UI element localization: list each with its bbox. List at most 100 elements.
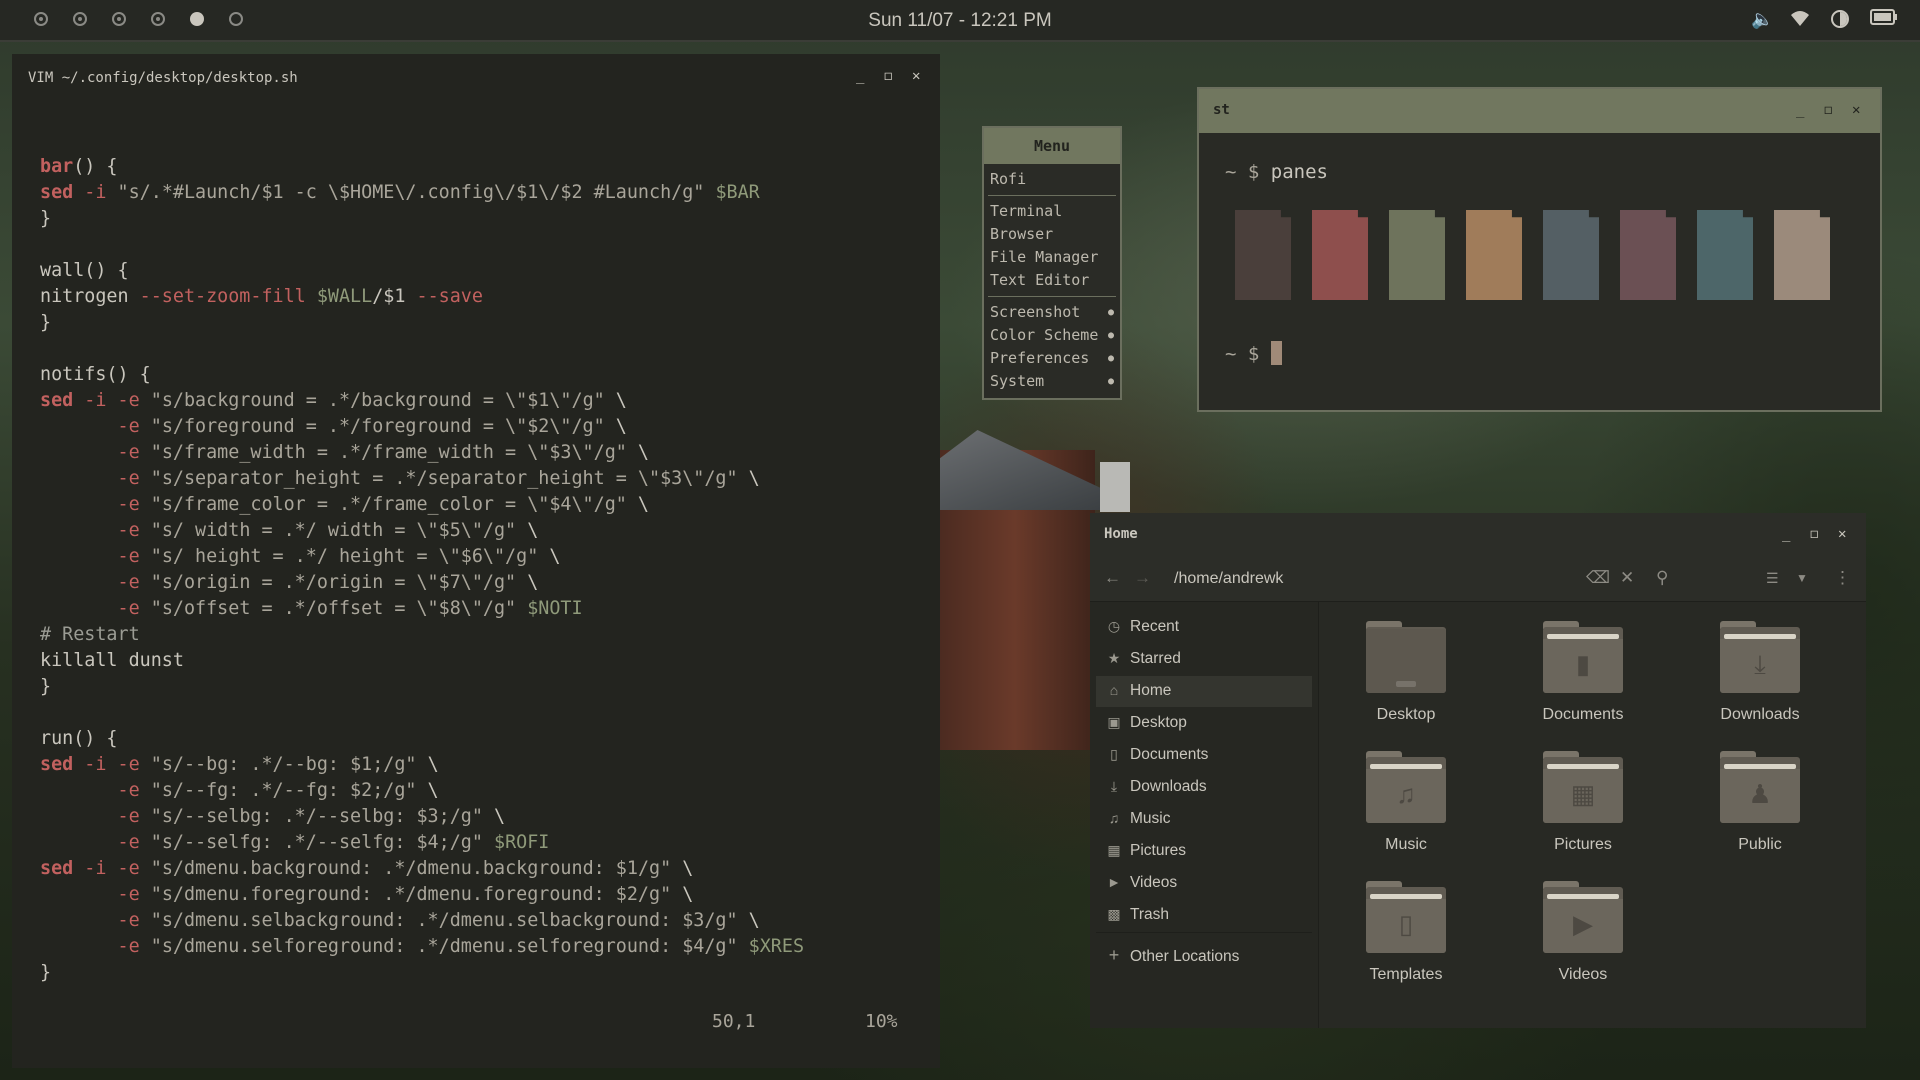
sidebar-item-downloads[interactable]: ⤓ Downloads (1096, 772, 1312, 803)
maximize-icon[interactable]: ◻ (1810, 526, 1818, 542)
menu-title: Menu (984, 128, 1120, 164)
vim-window[interactable]: VIM ~/.config/desktop/desktop.sh _ ◻ ✕ b… (12, 54, 940, 1068)
sidebar-item-music[interactable]: ♫ Music (1096, 804, 1312, 835)
sidebar-item-label: Trash (1130, 906, 1170, 923)
folder-public[interactable]: ♟ Public (1700, 751, 1800, 863)
folder-videos[interactable]: ▶ Videos (1523, 881, 1623, 993)
music-icon: ♫ (1396, 779, 1416, 809)
fm-sidebar: ◷ Recent ★ Starred ⌂ Home ▣ Desktop ▯ Documen… (1090, 602, 1319, 1028)
sidebar-item-home[interactable]: ⌂ Home (1096, 676, 1312, 707)
sidebar-item-documents[interactable]: ▯ Documents (1096, 740, 1312, 771)
folder-templates[interactable]: ▯ Templates (1346, 881, 1446, 993)
close-icon[interactable]: ✕ (1838, 526, 1846, 542)
rofi-menu[interactable]: Menu Rofi Terminal Browser File Manager … (982, 126, 1122, 400)
clock: Sun 11/07 - 12:21 PM (868, 10, 1052, 31)
back-arrow-icon[interactable]: ← (1104, 568, 1121, 588)
download-icon: ⤓ (1754, 649, 1766, 679)
cursor-position: 50,1 (712, 1011, 756, 1032)
menu-item-screenshot[interactable]: Screenshot ● (984, 301, 1120, 324)
sidebar-item-videos[interactable]: ► Videos (1096, 868, 1312, 899)
folder-pictures[interactable]: ▦ Pictures (1523, 751, 1623, 863)
sidebar-item-trash[interactable]: ▩ Trash (1096, 900, 1312, 931)
volume-icon[interactable]: 🔈 (1751, 9, 1773, 30)
color-pane-swatch (1620, 210, 1676, 300)
minimize-icon[interactable]: _ (856, 68, 864, 84)
forward-arrow-icon[interactable]: → (1134, 568, 1151, 588)
home-icon: ⌂ (1109, 682, 1119, 698)
desktop-icon: ▣ (1107, 714, 1121, 730)
sidebar-item-starred[interactable]: ★ Starred (1096, 644, 1312, 675)
folder-label: Videos (1558, 966, 1608, 983)
scroll-percent: 10% (865, 1011, 898, 1032)
code-buffer[interactable]: bar() { sed -i "s/.*#Launch/$1 -c \$HOME… (40, 154, 804, 986)
sidebar-item-recent[interactable]: ◷ Recent (1096, 612, 1312, 643)
menu-item-label: Color Scheme (990, 326, 1099, 344)
menu-item-label: System (990, 372, 1045, 390)
document-icon: ▮ (1575, 649, 1591, 679)
menu-divider (988, 296, 1116, 297)
view-list-icon[interactable]: ☰ (1766, 570, 1779, 587)
submenu-bullet-icon: ● (1107, 376, 1114, 387)
color-pane-swatch (1697, 210, 1753, 300)
menu-item-label: Preferences (990, 349, 1090, 367)
folder-label: Music (1385, 836, 1427, 853)
st-terminal-window[interactable]: st _ ◻ ✕ ~ $ panes ~ $ (1197, 87, 1882, 412)
search-icon[interactable]: ⚲ (1656, 568, 1668, 588)
maximize-icon[interactable]: ◻ (1824, 102, 1832, 118)
person-icon: ♟ (1748, 779, 1772, 809)
sidebar-item-label: Starred (1130, 650, 1181, 667)
sidebar-item-other-locations[interactable]: + Other Locations (1096, 942, 1312, 973)
fm-titlebar[interactable]: Home _ ◻ ✕ (1090, 513, 1866, 557)
menu-item-file-manager[interactable]: File Manager (984, 246, 1120, 269)
shell-prompt: ~ $ (1225, 343, 1271, 365)
brightness-icon[interactable] (1830, 9, 1850, 34)
submenu-bullet-icon: ● (1107, 353, 1114, 364)
menu-divider (988, 195, 1116, 196)
sidebar-item-desktop[interactable]: ▣ Desktop (1096, 708, 1312, 739)
maximize-icon[interactable]: ◻ (884, 68, 892, 84)
template-icon: ▯ (1398, 909, 1414, 939)
sidebar-item-pictures[interactable]: ▦ Pictures (1096, 836, 1312, 867)
menu-item-label: Screenshot (990, 303, 1081, 321)
color-pane-swatch (1235, 210, 1291, 300)
close-icon[interactable]: ✕ (912, 68, 920, 84)
folder-documents[interactable]: ▮ Documents (1523, 621, 1623, 733)
sidebar-item-label: Other Locations (1130, 948, 1240, 965)
window-title: VIM ~/.config/desktop/desktop.sh (28, 70, 298, 86)
file-manager-window[interactable]: Home _ ◻ ✕ ← → /home/andrewk ⌫ ✕ ⚲ ☰ ▼ ⋮… (1090, 513, 1866, 1028)
trash-icon: ▩ (1107, 906, 1121, 922)
sidebar-item-label: Videos (1130, 874, 1178, 891)
menu-prompt[interactable]: Rofi (984, 168, 1120, 191)
folder-label: Templates (1369, 966, 1443, 983)
folder-downloads[interactable]: ⤓ Downloads (1700, 621, 1800, 733)
close-icon[interactable]: ✕ (1852, 102, 1860, 118)
menu-item-system[interactable]: System ● (984, 370, 1120, 393)
menu-item-browser[interactable]: Browser (984, 223, 1120, 246)
sidebar-item-label: Music (1130, 810, 1171, 827)
chevron-down-icon[interactable]: ▼ (1796, 571, 1808, 585)
st-titlebar[interactable]: st _ ◻ ✕ (1199, 89, 1880, 133)
color-pane-swatch (1389, 210, 1445, 300)
plus-icon: + (1108, 945, 1120, 965)
menu-item-terminal[interactable]: Terminal (984, 200, 1120, 223)
music-icon: ♫ (1108, 810, 1120, 826)
menu-item-preferences[interactable]: Preferences ● (984, 347, 1120, 370)
download-icon: ⤓ (1110, 778, 1118, 794)
color-pane-swatch (1543, 210, 1599, 300)
wifi-icon[interactable] (1790, 9, 1810, 32)
folder-music[interactable]: ♫ Music (1346, 751, 1446, 863)
location-path[interactable]: /home/andrewk (1174, 570, 1283, 588)
minimize-icon[interactable]: _ (1796, 102, 1804, 118)
picture-icon: ▦ (1107, 842, 1121, 858)
menu-item-color-scheme[interactable]: Color Scheme ● (984, 324, 1120, 347)
clear-path-icon[interactable]: ⌫ (1586, 568, 1610, 588)
folder-desktop[interactable]: Desktop (1346, 621, 1446, 733)
sidebar-divider (1096, 932, 1312, 933)
more-options-icon[interactable]: ⋮ (1834, 568, 1851, 588)
terminal-line[interactable]: ~ $ (1225, 341, 1282, 365)
battery-icon[interactable] (1870, 9, 1898, 30)
close-path-icon[interactable]: ✕ (1620, 568, 1634, 588)
sidebar-item-label: Downloads (1130, 778, 1207, 795)
minimize-icon[interactable]: _ (1782, 526, 1790, 542)
menu-item-text-editor[interactable]: Text Editor (984, 269, 1120, 292)
